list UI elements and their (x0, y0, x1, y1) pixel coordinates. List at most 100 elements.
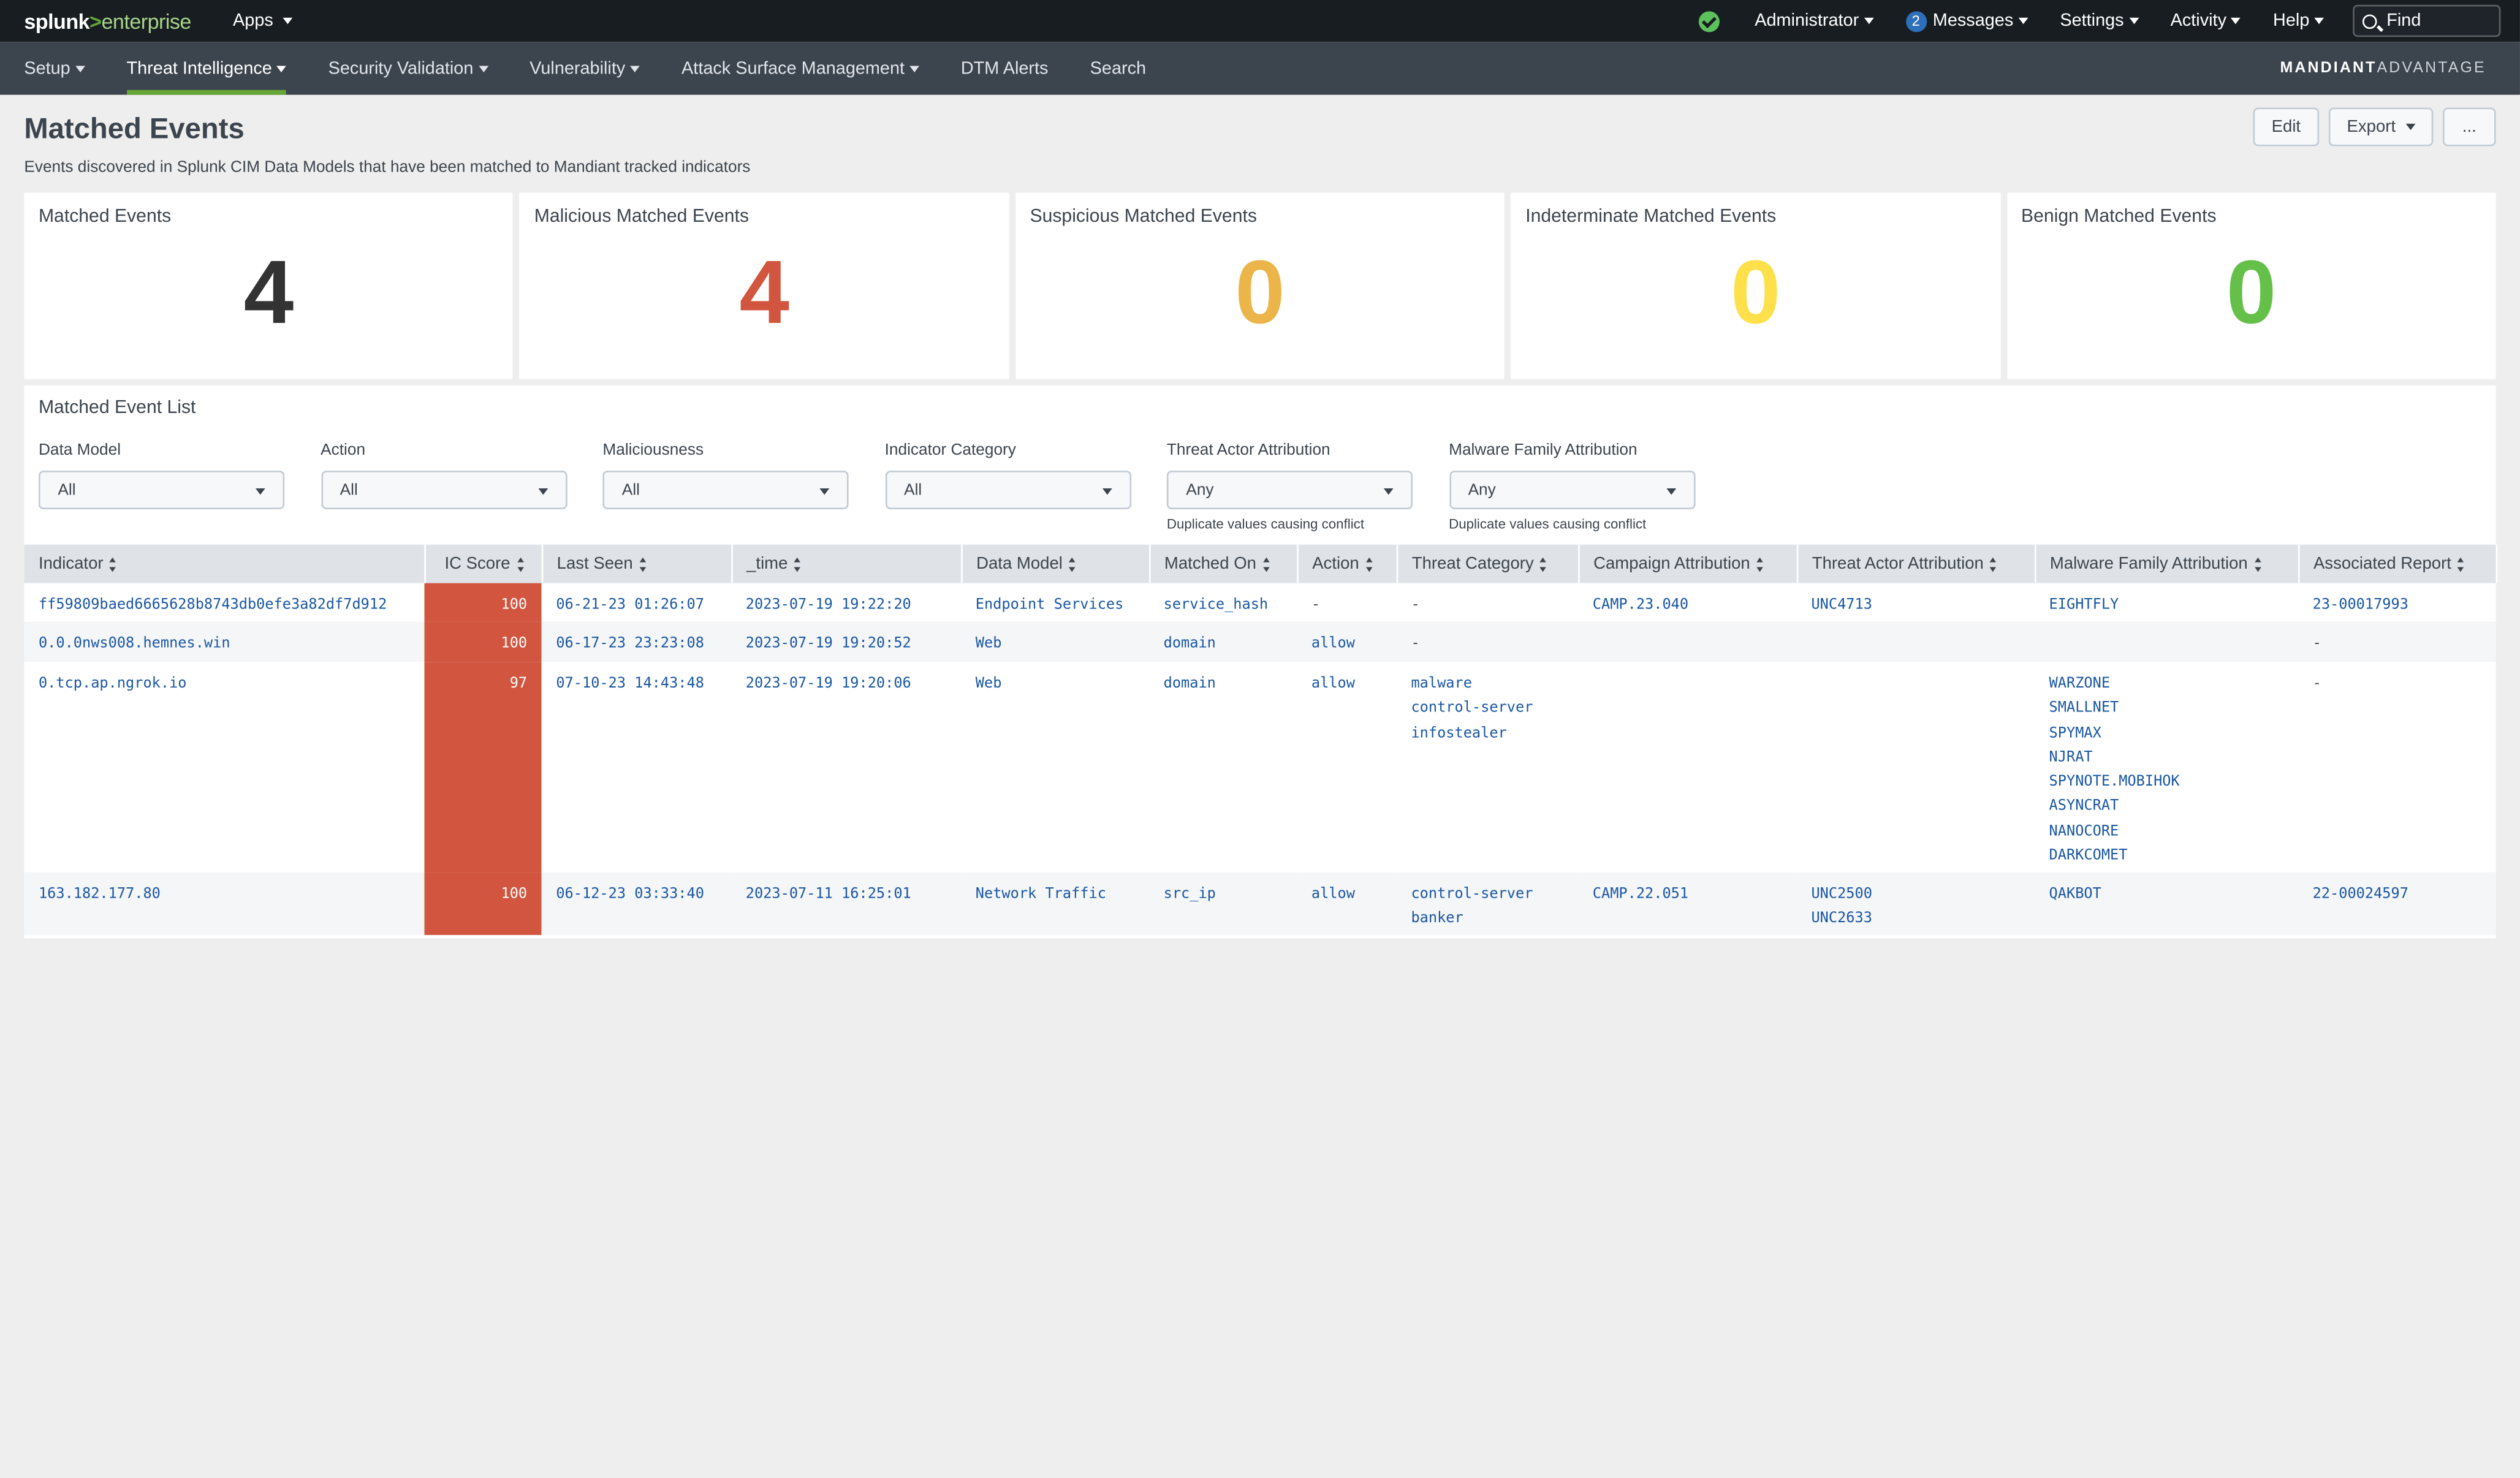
threat-category-cell[interactable]: control-server banker (1396, 872, 1579, 935)
action-dropdown[interactable]: All (321, 471, 567, 510)
check-circle-icon (1698, 10, 1720, 32)
stat-value: 0 (1235, 241, 1285, 343)
ic-score-cell[interactable]: 100 (424, 621, 542, 662)
sort-icon (1365, 556, 1375, 572)
column-header-time[interactable]: _time (731, 544, 962, 583)
cell-value: CAMP.22.051 (1592, 887, 1689, 903)
more-actions-button[interactable]: ... (2443, 107, 2496, 146)
malware-family-cell[interactable] (2034, 621, 2299, 662)
stat-malicious-matched-events[interactable]: Malicious Matched Events 4 (520, 192, 1009, 379)
column-header-indicator[interactable]: Indicator (24, 544, 425, 583)
matched-on-cell[interactable]: domain (1149, 621, 1297, 662)
campaign-cell[interactable]: CAMP.23.040 (1578, 583, 1797, 622)
nav-setup[interactable]: Setup (0, 42, 105, 95)
column-header-associated-report[interactable]: Associated Report (2298, 544, 2497, 583)
indicator-cell[interactable]: 0.0.0nws008.hemnes.win (24, 621, 425, 662)
associated-report-cell[interactable]: 22-00024597 (2298, 872, 2496, 935)
table-row[interactable]: 163.182.177.80 100 06-12-23 03:33:40 2023-0… (24, 872, 2496, 935)
nav-security-validation[interactable]: Security Validation (308, 42, 509, 95)
data-model-cell[interactable]: Endpoint Services (961, 583, 1150, 622)
stat-benign-matched-events[interactable]: Benign Matched Events 0 (2006, 192, 2496, 379)
edit-button[interactable]: Edit (2253, 107, 2320, 146)
threat-category-cell[interactable]: malware control-server infostealer (1396, 662, 1579, 873)
column-header-malware-family-attribution[interactable]: Malware Family Attribution (2034, 544, 2299, 583)
malware-family-cell[interactable]: EIGHTFLY (2034, 583, 2299, 622)
malware-family-cell[interactable]: WARZONE SMALLNET SPYMAX NJRAT SPYNOTE.MOBIHO… (2034, 662, 2299, 873)
time-cell[interactable]: 2023-07-11 16:25:01 (731, 872, 962, 935)
indicator-cell[interactable]: 0.tcp.ap.ngrok.io (24, 662, 425, 873)
maliciousness-dropdown[interactable]: All (602, 471, 849, 510)
cell-value: 06-21-23 01:26:07 (556, 597, 704, 614)
last-seen-cell[interactable]: 06-21-23 01:26:07 (541, 583, 732, 622)
nav-dtm-alerts[interactable]: DTM Alerts (940, 42, 1069, 95)
campaign-cell[interactable]: CAMP.22.051 (1578, 872, 1797, 935)
data-model-cell[interactable]: Web (961, 621, 1150, 662)
column-header-campaign-attribution[interactable]: Campaign Attribution (1578, 544, 1798, 583)
activity-menu[interactable]: Activity (2170, 11, 2241, 31)
associated-report-cell[interactable]: - (2298, 662, 2496, 873)
column-header-action[interactable]: Action (1297, 544, 1398, 583)
data-model-cell[interactable]: Network Traffic (961, 872, 1150, 935)
messages-menu[interactable]: 2 Messages (1905, 10, 2028, 32)
associated-report-cell[interactable]: - (2298, 621, 2496, 662)
threat-actor-cell[interactable]: UNC4713 (1796, 583, 2035, 622)
malware-family-attribution-dropdown[interactable]: Any (1449, 471, 1695, 510)
time-cell[interactable]: 2023-07-19 19:22:20 (731, 583, 962, 622)
indicator-cell[interactable]: 163.182.177.80 (24, 872, 425, 935)
ic-score-cell[interactable]: 100 (424, 872, 542, 935)
ic-score-cell[interactable]: 97 (424, 662, 542, 873)
action-cell[interactable]: allow (1297, 872, 1397, 935)
last-seen-cell[interactable]: 07-10-23 14:43:48 (541, 662, 732, 873)
campaign-cell[interactable] (1578, 662, 1797, 873)
time-cell[interactable]: 2023-07-19 19:20:52 (731, 621, 962, 662)
data-model-dropdown[interactable]: All (38, 471, 285, 510)
nav-attack-surface-management[interactable]: Attack Surface Management (661, 42, 940, 95)
stat-indeterminate-matched-events[interactable]: Indeterminate Matched Events 0 (1511, 192, 2000, 379)
nav-search[interactable]: Search (1069, 42, 1167, 95)
stat-suspicious-matched-events[interactable]: Suspicious Matched Events 0 (1015, 192, 1505, 379)
find-input[interactable]: Find (2353, 4, 2501, 37)
column-header-matched-on[interactable]: Matched On (1149, 544, 1298, 583)
threat-category-cell[interactable]: - (1396, 583, 1579, 622)
last-seen-cell[interactable]: 06-17-23 23:23:08 (541, 621, 732, 662)
health-status[interactable] (1698, 10, 1722, 32)
table-row[interactable]: ff59809baed6665628b8743db0efe3a82df7d912… (24, 583, 2496, 622)
splunk-logo[interactable]: splunk>enterprise (24, 9, 191, 32)
nav-threat-intelligence[interactable]: Threat Intelligence (105, 42, 307, 95)
threat-actor-cell[interactable]: UNC2500 UNC2633 (1796, 872, 2035, 935)
action-cell[interactable]: - (1297, 583, 1397, 622)
threat-actor-cell[interactable] (1796, 621, 2035, 662)
settings-menu[interactable]: Settings (2060, 11, 2139, 31)
help-menu[interactable]: Help (2273, 11, 2324, 31)
stat-matched-events[interactable]: Matched Events 4 (24, 192, 514, 379)
table-row[interactable]: 0.0.0nws008.hemnes.win 100 06-17-23 23:23:… (24, 621, 2496, 662)
matched-on-cell[interactable]: service_hash (1149, 583, 1297, 622)
ic-score-cell[interactable]: 100 (424, 583, 542, 622)
threat-category-cell[interactable]: - (1396, 621, 1579, 662)
activity-label: Activity (2170, 11, 2227, 31)
threat-actor-attribution-dropdown[interactable]: Any (1166, 471, 1413, 510)
matched-on-cell[interactable]: src_ip (1149, 872, 1297, 935)
column-header-threat-category[interactable]: Threat Category (1396, 544, 1579, 583)
administrator-menu[interactable]: Administrator (1755, 11, 1873, 31)
matched-on-cell[interactable]: domain (1149, 662, 1297, 873)
indicator-cell[interactable]: ff59809baed6665628b8743db0efe3a82df7d912 (24, 583, 425, 622)
time-cell[interactable]: 2023-07-19 19:20:06 (731, 662, 962, 873)
last-seen-cell[interactable]: 06-12-23 03:33:40 (541, 872, 732, 935)
threat-actor-cell[interactable] (1796, 662, 2035, 873)
action-cell[interactable]: allow (1297, 621, 1397, 662)
column-header-threat-actor-attribution[interactable]: Threat Actor Attribution (1796, 544, 2036, 583)
action-cell[interactable]: allow (1297, 662, 1397, 873)
column-header-last-seen[interactable]: Last Seen (541, 544, 732, 583)
column-header-data-model[interactable]: Data Model (961, 544, 1150, 583)
data-model-cell[interactable]: Web (961, 662, 1150, 873)
malware-family-cell[interactable]: QAKBOT (2034, 872, 2299, 935)
campaign-cell[interactable] (1578, 621, 1797, 662)
nav-vulnerability[interactable]: Vulnerability (509, 42, 661, 95)
associated-report-cell[interactable]: 23-00017993 (2298, 583, 2496, 622)
table-row[interactable]: 0.tcp.ap.ngrok.io 97 07-10-23 14:43:48 2023… (24, 662, 2496, 873)
column-header-ic-score[interactable]: IC Score (424, 544, 543, 583)
apps-menu[interactable]: Apps (233, 11, 293, 31)
export-button[interactable]: Export (2328, 107, 2434, 146)
indicator-category-dropdown[interactable]: All (884, 471, 1131, 510)
